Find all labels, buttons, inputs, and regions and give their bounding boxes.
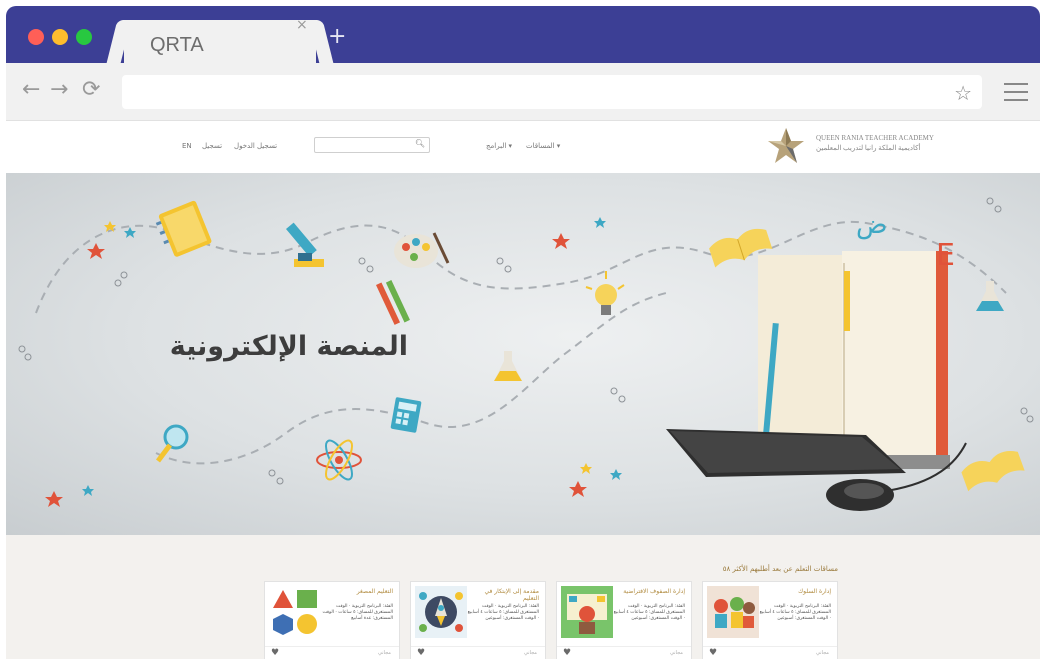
back-icon[interactable]: ← — [22, 79, 40, 101]
hero-banner: ض E المنصة الإلكترونية — [6, 173, 1040, 535]
address-bar[interactable]: ☆ — [122, 75, 982, 109]
nav-courses[interactable]: المساقات ▾ — [526, 142, 560, 150]
search-icon[interactable]: 🔍︎ — [415, 139, 425, 148]
arabic-letter-decoration: ض — [856, 210, 887, 240]
course-footer: ♥ مجاني — [411, 646, 545, 659]
courses-section: مساقات التعلم عن بعد أطلبهم الأكثر ٥٨ إد… — [6, 535, 1040, 659]
logo-line-en: QUEEN RANIA TEACHER ACADEMY — [816, 134, 934, 142]
course-thumbnail — [415, 586, 467, 638]
logo-line-ar: أكاديمية الملكة رانيا لتدريب المعلمين — [816, 144, 921, 152]
tab-title: QRTA — [150, 34, 204, 56]
nav-programs[interactable]: البرامج ▾ — [486, 142, 512, 150]
course-price: مجاني — [524, 650, 537, 656]
minimize-window-dot[interactable] — [52, 29, 68, 45]
course-meta: الفئة: البرنامج التربوية · الوقت المستغر… — [613, 604, 685, 621]
course-price: مجاني — [670, 650, 683, 656]
close-tab-icon[interactable]: × — [296, 17, 308, 33]
bookmark-star-icon[interactable]: ☆ — [954, 81, 972, 105]
courses-section-title: مساقات التعلم عن بعد أطلبهم الأكثر ٥٨ — [722, 565, 838, 573]
course-title[interactable]: إدارة السلوك — [759, 588, 831, 595]
course-footer: ♥ مجاني — [703, 646, 837, 659]
course-card[interactable]: إدارة الصفوف الافتراضية الفئة: البرنامج … — [556, 581, 692, 659]
login-link[interactable]: تسجيل الدخول — [234, 142, 277, 150]
heart-icon[interactable]: ♥ — [709, 648, 717, 658]
course-card[interactable]: التعليم المصغر الفئة: البرنامج التربوية … — [264, 581, 400, 659]
course-price: مجاني — [816, 650, 829, 656]
new-tab-icon[interactable]: + — [328, 26, 346, 48]
course-title[interactable]: التعليم المصغر — [321, 588, 393, 595]
course-meta: الفئة: البرنامج التربوية · الوقت المستغر… — [759, 604, 831, 621]
computer-book-illustration — [666, 251, 967, 511]
course-thumbnail — [269, 586, 321, 638]
course-card[interactable]: إدارة السلوك الفئة: البرنامج التربوية · … — [702, 581, 838, 659]
logo-star-icon[interactable] — [766, 126, 806, 166]
heart-icon[interactable]: ♥ — [417, 648, 425, 658]
site-header: EN تسجيل تسجيل الدخول 🔍︎ البرامج ▾ المسا… — [6, 121, 1040, 173]
heart-icon[interactable]: ♥ — [563, 648, 571, 658]
course-title[interactable]: إدارة الصفوف الافتراضية — [613, 588, 685, 595]
language-link[interactable]: EN — [182, 142, 192, 150]
menu-icon[interactable] — [1004, 83, 1028, 101]
page-viewport: EN تسجيل تسجيل الدخول 🔍︎ البرامج ▾ المسا… — [6, 121, 1040, 659]
reload-icon[interactable]: ⟳ — [82, 79, 100, 101]
hero-title: المنصة الإلكترونية — [169, 331, 408, 362]
search-input[interactable]: 🔍︎ — [314, 137, 430, 153]
latin-letter-decoration: E — [936, 238, 955, 273]
course-meta: الفئة: البرنامج التربوية · الوقت المستغر… — [322, 604, 393, 621]
logo-text: QUEEN RANIA TEACHER ACADEMY أكاديمية الم… — [816, 133, 934, 153]
tab-qrta[interactable]: QRTA — [124, 20, 316, 63]
course-thumbnail — [561, 586, 613, 638]
course-meta: الفئة: البرنامج التربوية · الوقت المستغر… — [467, 604, 539, 621]
browser-toolbar: ← → ⟳ ☆ — [6, 63, 1040, 121]
course-footer: ♥ مجاني — [557, 646, 691, 659]
heart-icon[interactable]: ♥ — [271, 648, 279, 658]
register-link[interactable]: تسجيل — [202, 142, 222, 150]
tab-bar: QRTA × + — [6, 6, 1040, 63]
browser-window: QRTA × + ← → ⟳ ☆ EN تسجيل تسجيل الدخول 🔍… — [6, 6, 1040, 659]
course-card[interactable]: مقدمة إلى الإبتكار في التعليم الفئة: الب… — [410, 581, 546, 659]
course-thumbnail — [707, 586, 759, 638]
course-footer: ♥ مجاني — [265, 646, 399, 659]
course-title[interactable]: مقدمة إلى الإبتكار في التعليم — [467, 588, 539, 602]
maximize-window-dot[interactable] — [76, 29, 92, 45]
close-window-dot[interactable] — [28, 29, 44, 45]
course-price: مجاني — [378, 650, 391, 656]
forward-icon[interactable]: → — [50, 79, 68, 101]
